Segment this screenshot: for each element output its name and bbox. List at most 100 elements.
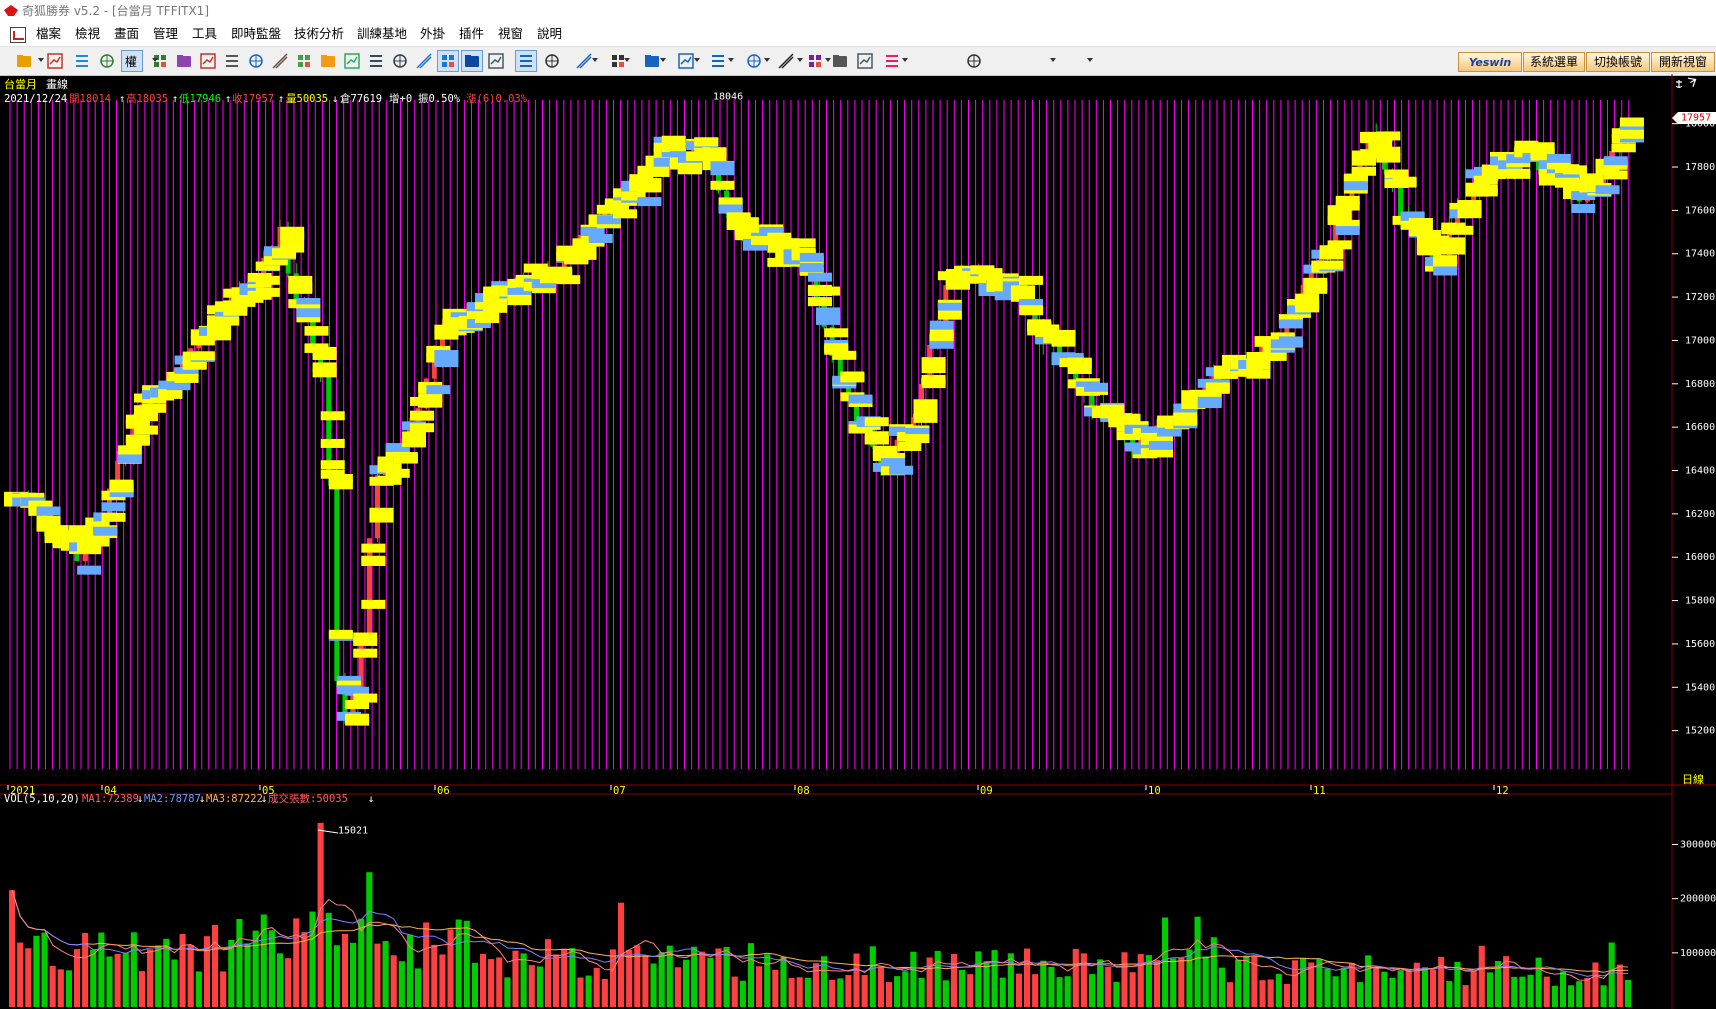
- dropdown-arrow-icon[interactable]: [624, 58, 630, 62]
- high-arrow: ↑: [172, 93, 178, 105]
- menu-help[interactable]: 說明: [537, 25, 562, 43]
- ellipse-tool-icon[interactable]: [744, 51, 764, 71]
- alert-icon[interactable]: [318, 51, 338, 71]
- price-annotation-mark: [36, 506, 61, 516]
- eraser-icon[interactable]: [830, 51, 850, 71]
- date-tick-label: 06: [437, 785, 450, 797]
- menu-manage[interactable]: 管理: [153, 25, 178, 43]
- menu-window[interactable]: 視窗: [498, 25, 523, 43]
- volume-bar: [1356, 982, 1364, 1007]
- fib-icon[interactable]: [574, 51, 594, 71]
- menu-tools[interactable]: 工具: [192, 25, 217, 43]
- list-icon[interactable]: [198, 51, 218, 71]
- price-annotation-mark: [101, 502, 126, 512]
- open-folder-icon[interactable]: [14, 51, 34, 71]
- window-icon[interactable]: [366, 51, 386, 71]
- dropdown-arrow-icon[interactable]: [152, 58, 158, 62]
- rights-icon[interactable]: 權: [121, 50, 143, 72]
- menu-technical[interactable]: 技術分析: [294, 25, 344, 43]
- price-annotation-mark: [807, 297, 832, 307]
- menu-addon[interactable]: 外掛: [420, 25, 445, 43]
- report-icon[interactable]: [270, 51, 290, 71]
- price-annotation-mark: [1473, 187, 1498, 197]
- volume-bar: [1153, 960, 1161, 1007]
- dropdown-arrow-icon[interactable]: [902, 58, 908, 62]
- price-annotation-mark: [1546, 153, 1571, 163]
- export-icon[interactable]: [342, 51, 362, 71]
- system-menu-button[interactable]: 系統選單: [1523, 52, 1585, 72]
- price-annotation-mark: [117, 453, 142, 463]
- price-annotation-mark: [190, 351, 215, 361]
- toolbar: 權 Yeswin 系統選單 切換帳號 開新視窗: [0, 46, 1716, 76]
- dropdown-arrow-icon[interactable]: [592, 58, 598, 62]
- palette-icon[interactable]: [882, 51, 902, 71]
- kline-icon[interactable]: [461, 50, 483, 72]
- volume-bar: [65, 970, 72, 1007]
- high-label: 高18035: [126, 92, 168, 105]
- anchor-icon[interactable]: [1675, 75, 1698, 89]
- dropdown-arrow-icon[interactable]: [38, 58, 44, 62]
- dropdown-arrow-icon[interactable]: [660, 58, 666, 62]
- dropdown-arrow-icon[interactable]: [694, 58, 700, 62]
- price-annotation-mark: [1441, 237, 1466, 247]
- chart-icon[interactable]: [414, 51, 434, 71]
- paint-icon[interactable]: [294, 51, 314, 71]
- volume-bar: [1015, 973, 1022, 1007]
- channel-icon[interactable]: [676, 51, 696, 71]
- save-icon[interactable]: [964, 51, 984, 71]
- volume-bar: [268, 930, 275, 1007]
- price-annotation-mark: [1246, 369, 1271, 379]
- volume-bar: [1486, 972, 1493, 1007]
- chart-area[interactable]: 台當月 畫線 2021/12/24 開18014 ↑ 高18035 ↑ 低179…: [0, 74, 1716, 1009]
- yeswin-button[interactable]: Yeswin: [1458, 52, 1522, 72]
- dropdown-arrow-icon[interactable]: [825, 58, 831, 62]
- document-icon[interactable]: [246, 51, 266, 71]
- menu-file[interactable]: 檔案: [36, 25, 61, 43]
- price-annotation-mark: [1611, 143, 1636, 153]
- volume-bar: [1519, 976, 1526, 1007]
- menu-monitor[interactable]: 即時監盤: [231, 25, 281, 43]
- stock-list-icon[interactable]: [45, 51, 65, 71]
- candle-body: [326, 369, 332, 476]
- text-tool-icon[interactable]: [776, 51, 796, 71]
- fan-icon[interactable]: [642, 51, 662, 71]
- rect-tool-icon[interactable]: [708, 51, 728, 71]
- copy-icon[interactable]: [222, 51, 242, 71]
- grid-icon[interactable]: [390, 51, 410, 71]
- screen-icon[interactable]: [486, 51, 506, 71]
- vol-total-arrow: ↓: [368, 793, 374, 805]
- volume-bar: [1600, 985, 1607, 1007]
- volume-bar: [1527, 974, 1534, 1007]
- vol-ma1-arrow: ↓: [137, 793, 143, 805]
- menu-view[interactable]: 檢視: [75, 25, 100, 43]
- line-tool-icon[interactable]: [542, 51, 562, 71]
- price-annotation-mark: [840, 373, 865, 383]
- new-window-button[interactable]: 開新視窗: [1651, 52, 1715, 72]
- volume-bar: [1568, 985, 1575, 1007]
- menu-plugin[interactable]: 插件: [459, 25, 484, 43]
- menu-training[interactable]: 訓練基地: [357, 25, 407, 43]
- layout-icon[interactable]: [97, 51, 117, 71]
- price-tick-label: 17400: [1685, 249, 1715, 260]
- line-chart-icon[interactable]: [437, 50, 459, 72]
- crosshair-icon[interactable]: [72, 51, 92, 71]
- switch-account-button[interactable]: 切換帳號: [1586, 52, 1650, 72]
- layer-icon[interactable]: [805, 51, 825, 71]
- draw-icon[interactable]: [515, 50, 537, 72]
- dropdown-arrow-icon[interactable]: [728, 58, 734, 62]
- document-window-icon[interactable]: [10, 27, 26, 43]
- chart-compare-icon[interactable]: [174, 51, 194, 71]
- volume-bar: [147, 949, 154, 1007]
- menu-screen[interactable]: 畫面: [114, 25, 139, 43]
- picture-icon[interactable]: [855, 51, 875, 71]
- dropdown-arrow-icon[interactable]: [1087, 58, 1093, 62]
- price-chart[interactable]: 台當月 畫線 2021/12/24 開18014 ↑ 高18035 ↑ 低179…: [0, 74, 1716, 1009]
- dropdown-arrow-icon[interactable]: [1050, 58, 1056, 62]
- date-tick-label: 07: [613, 785, 626, 797]
- fan-icon-glyph: [645, 55, 659, 67]
- price-annotation-mark: [369, 513, 394, 523]
- dropdown-arrow-icon[interactable]: [797, 58, 803, 62]
- dropdown-arrow-icon[interactable]: [764, 58, 770, 62]
- date-label: 2021/12/24: [4, 93, 67, 105]
- volume-bar: [1624, 979, 1631, 1007]
